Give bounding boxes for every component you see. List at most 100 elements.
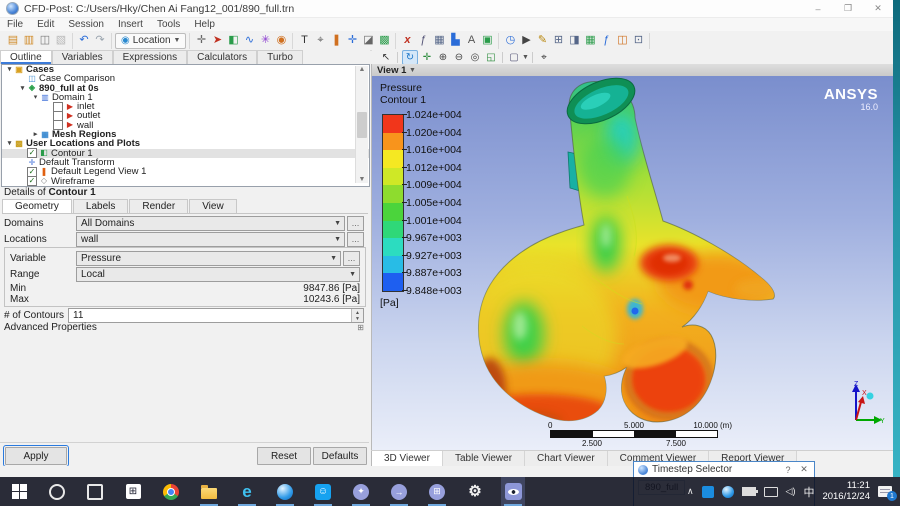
menu-file[interactable]: File <box>0 19 30 30</box>
undo-icon[interactable]: ↶ <box>76 33 92 48</box>
viewer-tab-chart-viewer[interactable]: Chart Viewer <box>525 451 608 467</box>
timestep-selector-icon[interactable]: ◷ <box>502 33 518 48</box>
details-tab-geometry[interactable]: Geometry <box>2 199 72 213</box>
new-chart-icon[interactable]: ▙ <box>447 33 463 48</box>
zoom-in-icon[interactable]: ⊕ <box>436 51 450 64</box>
tree-expander-icon[interactable]: ▾ <box>31 93 40 102</box>
locations-dropdown[interactable]: wall▼ <box>76 232 345 247</box>
advanced-properties[interactable]: Advanced Properties ⊞ <box>4 322 364 333</box>
select-icon[interactable]: ↖ <box>379 51 393 64</box>
store-icon[interactable]: ⊞ <box>121 477 145 506</box>
notification-icon[interactable]: 1 <box>878 486 892 497</box>
scroll-up-icon[interactable]: ▲ <box>359 66 366 73</box>
menu-insert[interactable]: Insert <box>111 19 150 30</box>
tree-item-outlet[interactable]: ▶outlet <box>2 111 369 120</box>
tree-scrollbar[interactable]: ▲ ▼ <box>355 66 368 183</box>
new-table-icon[interactable]: ▦ <box>431 33 447 48</box>
expand-icon[interactable]: ⊞ <box>357 323 364 332</box>
insert-color-map-icon[interactable]: ▩ <box>376 33 392 48</box>
domains-dropdown[interactable]: All Domains▼ <box>76 216 345 231</box>
new-figure-icon[interactable]: ▣ <box>479 33 495 48</box>
task-view-button[interactable] <box>83 477 107 506</box>
pan-icon[interactable]: ✛ <box>420 51 434 64</box>
macro-calculator-icon[interactable]: ◨ <box>566 33 582 48</box>
tree-checkbox[interactable]: ✓ <box>27 148 37 158</box>
tab-outline[interactable]: Outline <box>0 50 52 64</box>
defaults-button[interactable]: Defaults <box>313 447 367 465</box>
zoom-out-icon[interactable]: ⊖ <box>452 51 466 64</box>
battery-icon[interactable] <box>742 487 756 496</box>
purple-app-3-icon[interactable]: ⊞ <box>425 477 449 506</box>
menu-tools[interactable]: Tools <box>150 19 187 30</box>
tab-turbo[interactable]: Turbo <box>257 50 303 64</box>
popup-close-button[interactable]: ✕ <box>798 464 810 475</box>
apply-button[interactable]: Apply <box>5 447 67 465</box>
file-explorer-icon[interactable] <box>197 477 221 506</box>
network-icon[interactable] <box>764 487 778 497</box>
insert-particle-track-icon[interactable]: ✳ <box>257 33 273 48</box>
insert-point-icon[interactable]: ✛ <box>193 33 209 48</box>
load-results-icon[interactable]: ▤ <box>5 33 21 48</box>
viewer-tab-3d-viewer[interactable]: 3D Viewer <box>371 451 443 467</box>
help-button[interactable]: ? <box>782 465 794 475</box>
close-button[interactable]: ✕ <box>863 0 893 17</box>
print-icon[interactable]: ▧ <box>53 33 69 48</box>
tree-expander-icon[interactable]: ▾ <box>5 139 14 148</box>
menu-edit[interactable]: Edit <box>30 19 61 30</box>
spinner-arrows[interactable]: ▲▼ <box>351 309 363 322</box>
quick-editor-icon[interactable]: ✎ <box>534 33 550 48</box>
qq-ball-icon[interactable] <box>273 477 297 506</box>
insert-contour-icon[interactable]: ◧ <box>225 33 241 48</box>
minimize-button[interactable]: – <box>803 0 833 17</box>
insert-instance-transform-icon[interactable]: ✛ <box>344 33 360 48</box>
rotate-icon[interactable]: ↻ <box>402 50 418 65</box>
animation-icon[interactable]: ▶ <box>518 33 534 48</box>
speaker-icon[interactable]: ◁) <box>786 486 796 497</box>
insert-volume-icon[interactable]: ◉ <box>273 33 289 48</box>
mesh-calculator-icon[interactable]: ▦ <box>582 33 598 48</box>
save-state-icon[interactable]: ▥ <box>21 33 37 48</box>
new-view-icon[interactable]: ⊡ <box>630 33 646 48</box>
details-tab-render[interactable]: Render <box>129 199 188 213</box>
reset-button[interactable]: Reset <box>257 447 311 465</box>
scroll-thumb[interactable] <box>357 112 367 138</box>
settings-gear-icon[interactable]: ⚙ <box>463 477 487 506</box>
range-dropdown[interactable]: Local▼ <box>76 267 360 282</box>
tab-variables[interactable]: Variables <box>52 50 113 64</box>
tree-item-wireframe[interactable]: ✓◇Wireframe <box>2 177 369 186</box>
new-variable-icon[interactable]: ƒ <box>415 33 431 48</box>
insert-vector-icon[interactable]: ➤ <box>209 33 225 48</box>
edge-icon[interactable]: e <box>235 477 259 506</box>
purple-app-1-icon[interactable]: ✦ <box>349 477 373 506</box>
case-comparison-icon[interactable]: ◫ <box>614 33 630 48</box>
variable-browse-button[interactable]: … <box>343 251 360 266</box>
domains-browse-button[interactable]: … <box>347 216 364 231</box>
ime-indicator[interactable]: 中 <box>803 484 814 500</box>
viewport-layout-icon[interactable]: ▢ <box>507 51 521 64</box>
menu-session[interactable]: Session <box>61 19 111 30</box>
locations-browse-button[interactable]: … <box>347 232 364 247</box>
purple-app-2-icon[interactable]: → <box>387 477 411 506</box>
probe-icon[interactable]: ⌖ <box>537 51 551 64</box>
viewport-3d[interactable]: Pressure Contour 1 [Pa] 1.024e+0041.020e… <box>372 76 894 450</box>
redo-icon[interactable]: ↷ <box>92 33 108 48</box>
tree-expander-icon[interactable]: ▾ <box>5 65 14 74</box>
location-dropdown[interactable]: ◉Location▼ <box>115 33 186 49</box>
maximize-button[interactable]: ❐ <box>833 0 863 17</box>
insert-text-icon[interactable]: T <box>296 33 312 48</box>
insert-streamline-icon[interactable]: ∿ <box>241 33 257 48</box>
chrome-icon[interactable] <box>159 477 183 506</box>
insert-coord-frame-icon[interactable]: ⌖ <box>312 33 328 48</box>
tab-calculators[interactable]: Calculators <box>187 50 257 64</box>
new-comment-icon[interactable]: A <box>463 33 479 48</box>
clock[interactable]: 11:212016/12/24 <box>822 481 870 502</box>
menu-help[interactable]: Help <box>187 19 222 30</box>
tray-chevron-icon[interactable]: ∧ <box>687 486 694 497</box>
variable-dropdown[interactable]: Pressure▼ <box>76 251 341 266</box>
details-tab-view[interactable]: View <box>189 199 237 213</box>
tray-qq-icon[interactable] <box>702 486 714 498</box>
calculator-icon[interactable]: ⊞ <box>550 33 566 48</box>
new-expression-icon[interactable]: x <box>399 33 415 48</box>
fit-view-icon[interactable]: ◱ <box>484 51 498 64</box>
details-tab-labels[interactable]: Labels <box>73 199 128 213</box>
